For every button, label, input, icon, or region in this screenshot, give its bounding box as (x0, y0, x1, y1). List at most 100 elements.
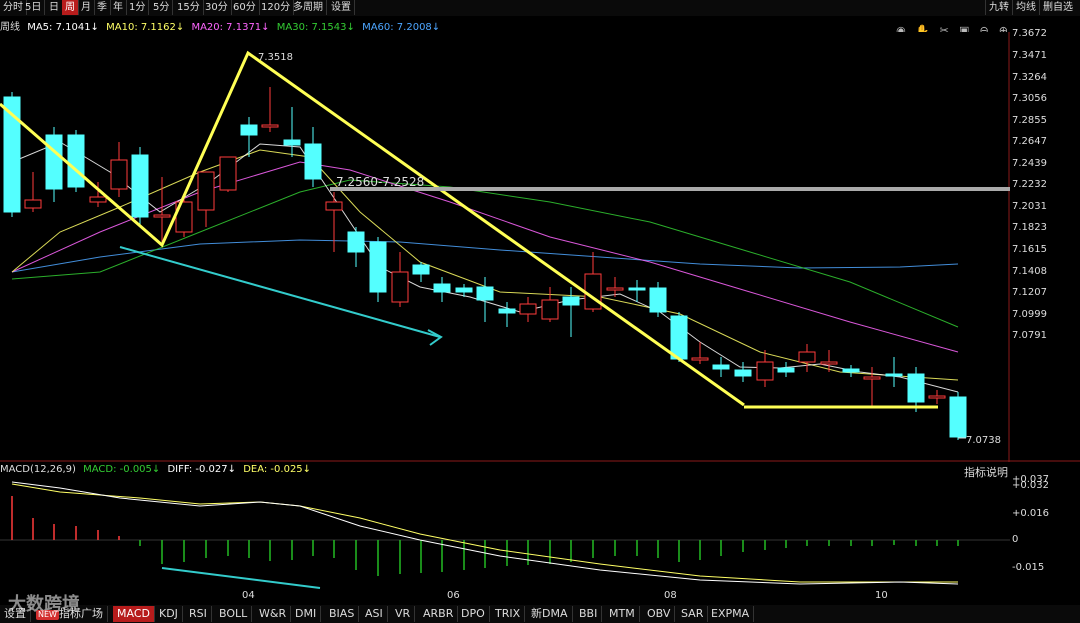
period-9[interactable]: 15分 (174, 0, 204, 15)
candle-body (734, 369, 752, 377)
candle-body (562, 296, 580, 306)
indicator-tab-kdj[interactable]: KDJ (155, 606, 183, 622)
candle-body (649, 287, 667, 313)
macd-legend: MACD(12,26,9) MACD: -0.005↓ DIFF: -0.027… (0, 464, 315, 475)
macd-trend-line (161, 567, 321, 589)
indicator-tab-boll[interactable]: BOLL (215, 606, 253, 622)
candle-body (304, 143, 322, 180)
macd-chart[interactable] (0, 476, 1010, 590)
candle-body (670, 315, 688, 360)
period-3[interactable]: 周 (62, 0, 79, 15)
period-2[interactable]: 日 (46, 0, 63, 15)
price-tick: 7.1615 (1012, 244, 1047, 255)
indicator-tab-dpo[interactable]: DPO (457, 606, 490, 622)
candle-body (712, 364, 730, 370)
indicator-tab-bias[interactable]: BIAS (325, 606, 360, 622)
indicator-tab-bar: 设置 NEW 指标广场 MACD KDJ RSI BOLL W&R DMI BIAS ASI VR AR… (0, 605, 1080, 623)
period-5[interactable]: 季 (94, 0, 111, 15)
period-14[interactable]: 设置 (328, 0, 355, 15)
candle-body (541, 299, 559, 320)
macd-tick: 0 (1012, 534, 1019, 545)
macd-tick: +0.016 (1012, 508, 1050, 519)
candle-body (777, 367, 795, 373)
diff-line (11, 481, 959, 585)
price-tick: 7.3672 (1012, 28, 1047, 39)
time-tick: 06 (447, 590, 460, 601)
period-11[interactable]: 60分 (230, 0, 260, 15)
price-tick: 7.1823 (1012, 222, 1047, 233)
candle-body (131, 154, 149, 218)
candle-body (455, 287, 473, 293)
indicator-tab-sar[interactable]: SAR (677, 606, 709, 622)
right-tool-2[interactable]: 删自选 (1039, 0, 1076, 15)
candle-body (240, 124, 258, 136)
period-10[interactable]: 30分 (202, 0, 232, 15)
period-8[interactable]: 5分 (150, 0, 174, 15)
period-6[interactable]: 年 (110, 0, 127, 15)
period-1[interactable]: 5日 (22, 0, 46, 15)
indicator-tab-obv[interactable]: OBV (643, 606, 676, 622)
candle-body (756, 361, 774, 381)
indicator-tab-wr[interactable]: W&R (255, 606, 292, 622)
candle-body (584, 273, 602, 310)
price-axis: 7.3672 7.3471 7.3264 7.3056 7.2855 7.2647 7.24… (1012, 28, 1080, 462)
indicator-tab-vr[interactable]: VR (391, 606, 416, 622)
price-tick: 7.2439 (1012, 158, 1047, 169)
period-7[interactable]: 1分 (126, 0, 150, 15)
candle-body (433, 283, 451, 293)
candle-body (67, 134, 85, 188)
candle-body (498, 308, 516, 314)
indicator-tab-bbi[interactable]: BBI (575, 606, 603, 622)
right-tool-0[interactable]: 九转 (985, 0, 1012, 15)
price-tick: 7.2232 (1012, 179, 1047, 190)
indicator-tab-trix[interactable]: TRIX (491, 606, 526, 622)
candle-body (907, 373, 925, 403)
candle-body (949, 396, 967, 438)
candle-body (606, 287, 624, 291)
candle-body (928, 395, 946, 399)
period-12[interactable]: 120分 (258, 0, 295, 15)
price-tick: 7.3056 (1012, 93, 1047, 104)
period-toolbar: 分时 5日日周月季年 1分 5分 15分 30分 60分 120分 多周期 设置 (0, 0, 1080, 16)
right-tool-1[interactable]: 均线 (1012, 0, 1039, 15)
candle-body (261, 124, 279, 128)
macd-axis: +0.037 +0.032 +0.016 0 -0.015 (1012, 474, 1080, 590)
candle-body (885, 373, 903, 377)
period-13[interactable]: 多周期 (290, 0, 327, 15)
indicator-tab-dmi[interactable]: DMI (291, 606, 322, 622)
price-tick: 7.2647 (1012, 136, 1047, 147)
ma-legend: 周线 MA5: 7.1041↓ MA10: 7.1162↓ MA20: 7.13… (0, 18, 444, 33)
indicator-tab-macd[interactable]: MACD (113, 606, 155, 622)
time-tick: 08 (664, 590, 677, 601)
candle-body (412, 264, 430, 275)
candle-body (798, 351, 816, 363)
indicator-tab-expma[interactable]: EXPMA (707, 606, 755, 622)
candle-body (820, 361, 838, 365)
candle-body (391, 271, 409, 303)
indicator-tab-rsi[interactable]: RSI (185, 606, 212, 622)
indicator-tab-arbr[interactable]: ARBR (419, 606, 459, 622)
indicator-tab-dma[interactable]: 新DMA (527, 606, 573, 622)
candle-body (24, 199, 42, 209)
price-tick: 7.1207 (1012, 287, 1047, 298)
candlestick-chart[interactable]: 7.3518 7.0738 7.2560-7.2528 (0, 32, 1080, 462)
candle-body (283, 139, 301, 146)
candle-body (347, 231, 365, 253)
price-tick: 7.0791 (1012, 330, 1047, 341)
candle-body (325, 201, 343, 211)
candle-body (842, 368, 860, 373)
time-axis: 04 06 08 10 (0, 590, 1010, 604)
high-label: 7.3518 (258, 52, 293, 63)
indicator-tab-asi[interactable]: ASI (361, 606, 388, 622)
candle-body (691, 357, 709, 361)
candle-body (519, 303, 537, 315)
candle-body (89, 196, 107, 203)
candle-body (628, 287, 646, 291)
candle-body (45, 134, 63, 190)
macd-tick: +0.032 (1012, 480, 1050, 491)
indicator-tab-mtm[interactable]: MTM (605, 606, 640, 622)
macd-tick: -0.015 (1012, 562, 1045, 573)
low-label: 7.0738 (966, 435, 1001, 446)
price-tick: 7.0999 (1012, 309, 1047, 320)
period-4[interactable]: 月 (78, 0, 95, 15)
